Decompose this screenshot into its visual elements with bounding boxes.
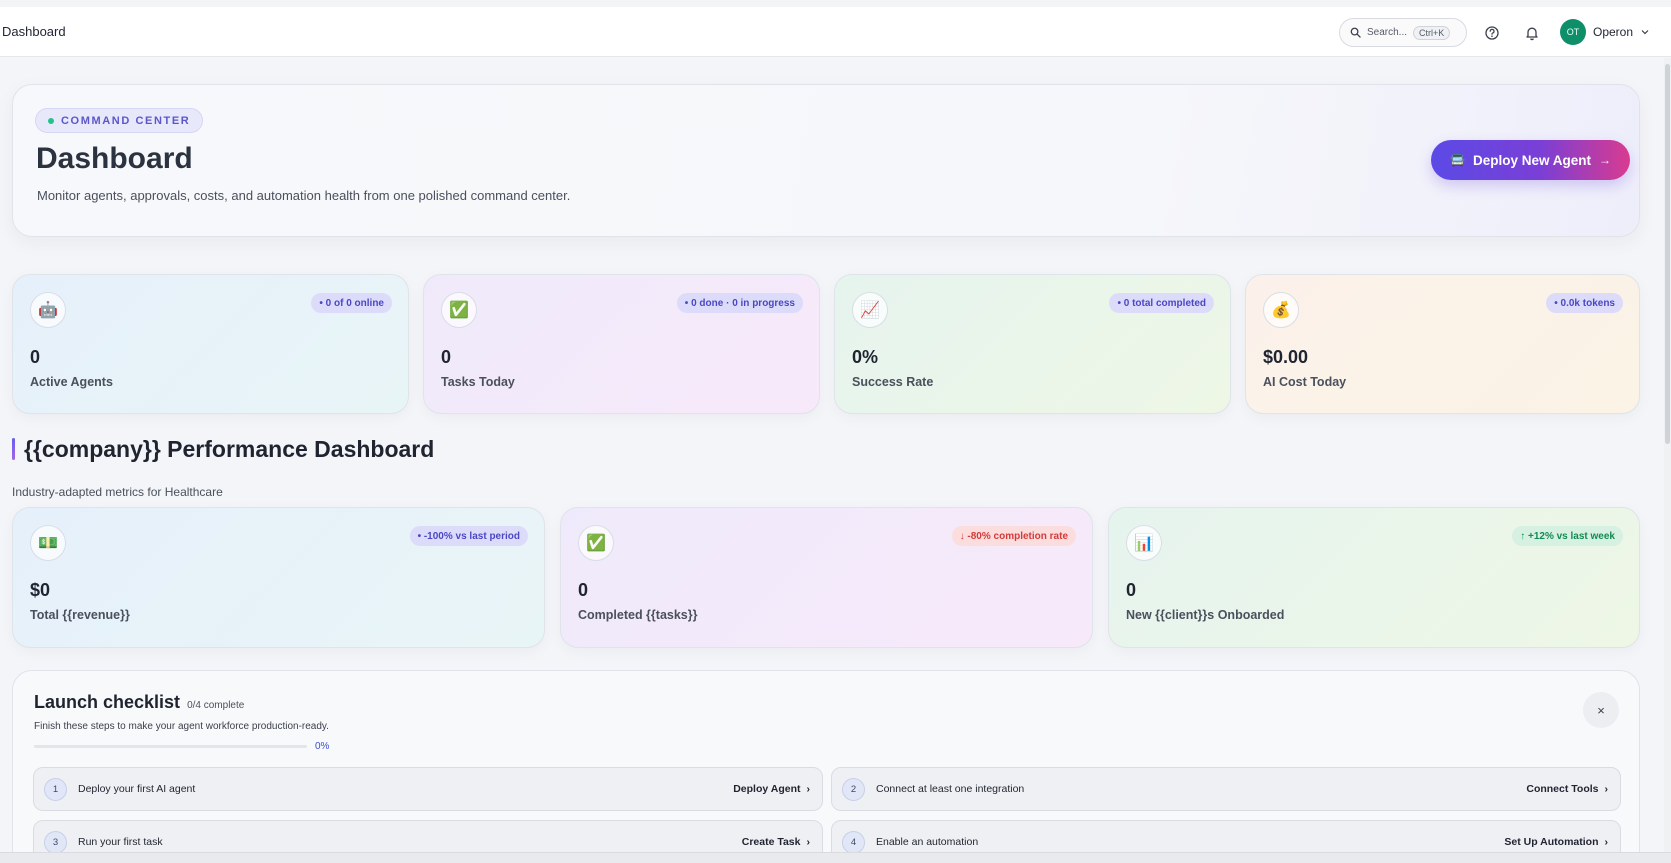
scrollbar[interactable] (1664, 58, 1671, 852)
metric-card-revenue: 💵 • -100% vs last period $0 Total {{reve… (12, 507, 545, 648)
step-text: Deploy your first AI agent (78, 783, 196, 795)
connect-tools-button[interactable]: Connect Tools › (1526, 783, 1608, 795)
deploy-agent-button[interactable]: Deploy Agent › (733, 783, 810, 795)
checklist-title: Launch checklist (34, 692, 181, 712)
metric-label: Completed {{tasks}} (578, 608, 698, 622)
search-shortcut: Ctrl+K (1413, 25, 1451, 40)
cash-icon: 💵 (30, 525, 66, 561)
section-title: {{company}} Performance Dashboard (12, 436, 434, 462)
arrow-right-icon: → (1598, 153, 1611, 167)
performance-title: {{company}} Performance Dashboard (24, 435, 435, 462)
stat-card-success-rate: 📈 • 0 total completed 0% Success Rate (834, 274, 1231, 414)
status-badge: • 0.0k tokens (1546, 293, 1623, 313)
progress-bar (34, 745, 307, 748)
bell-icon[interactable] (1524, 25, 1540, 41)
checklist-header: Launch checklist 0/4 complete (34, 692, 244, 713)
metric-label: New {{client}}s Onboarded (1126, 608, 1285, 622)
checklist-step-1[interactable]: 1 Deploy your first AI agent Deploy Agen… (33, 767, 823, 811)
stat-label: Success Rate (852, 375, 934, 389)
checklist-step-2[interactable]: 2 Connect at least one integration Conne… (831, 767, 1621, 811)
status-badge: • 0 done · 0 in progress (676, 293, 803, 313)
bottom-strip (0, 852, 1671, 863)
stat-card-ai-cost: 💰 • 0.0k tokens $0.00 AI Cost Today (1245, 274, 1640, 414)
user-menu[interactable]: OT Operon (1560, 19, 1650, 45)
status-badge: • 0 of 0 online (311, 293, 392, 313)
stat-card-active-agents: 🤖 • 0 of 0 online 0 Active Agents (12, 274, 409, 414)
progress-percent: 0% (315, 741, 330, 752)
user-name: Operon (1593, 25, 1634, 39)
step-action-label: Connect Tools (1526, 783, 1599, 795)
metric-value: 0 (1126, 580, 1137, 600)
step-text: Connect at least one integration (876, 783, 1025, 795)
chevron-right-icon: › (1604, 836, 1609, 848)
page-title: Dashboard (36, 142, 193, 175)
create-task-button[interactable]: Create Task › (742, 836, 810, 848)
set-up-automation-button[interactable]: Set Up Automation › (1504, 836, 1608, 848)
step-number: 2 (842, 777, 865, 801)
launch-checklist: Launch checklist 0/4 complete Finish the… (12, 670, 1640, 863)
metric-value: 0 (578, 580, 589, 600)
deploy-new-agent-button[interactable]: 🚍 Deploy New Agent → (1431, 140, 1630, 180)
search-button[interactable]: Search... Ctrl+K (1339, 18, 1467, 47)
status-dot (48, 117, 54, 124)
step-action-label: Deploy Agent (733, 783, 801, 795)
stat-card-tasks-today: ✅ • 0 done · 0 in progress 0 Tasks Today (423, 274, 820, 414)
command-center-chip: COMMAND CENTER (35, 108, 204, 133)
step-text: Run your first task (78, 836, 163, 848)
metric-card-clients: 📊 ↑ +12% vs last week 0 New {{client}}s … (1108, 507, 1640, 648)
bar-chart-icon: 📊 (1126, 525, 1162, 561)
stat-value: 0 (441, 347, 452, 367)
step-number: 1 (44, 777, 67, 801)
stat-label: AI Cost Today (1263, 375, 1347, 389)
stat-label: Active Agents (30, 375, 113, 389)
step-text: Enable an automation (876, 836, 979, 848)
chip-label: COMMAND CENTER (61, 114, 191, 127)
search-label: Search... (1367, 27, 1408, 38)
robot-icon: 🚍 (1450, 153, 1465, 167)
avatar: OT (1560, 19, 1586, 45)
checkmark-icon: ✅ (578, 525, 614, 561)
metric-card-tasks: ✅ ↓ -80% completion rate 0 Completed {{t… (560, 507, 1093, 648)
trend-badge: ↓ -80% completion rate (951, 526, 1076, 546)
help-icon[interactable] (1484, 25, 1500, 41)
chart-up-icon: 📈 (852, 292, 888, 328)
close-icon: × (1597, 702, 1605, 718)
step-action-label: Set Up Automation (1504, 836, 1599, 848)
trend-badge: • -100% vs last period (409, 526, 528, 546)
stat-label: Tasks Today (441, 375, 515, 389)
money-bag-icon: 💰 (1263, 292, 1299, 328)
deploy-button-label: Deploy New Agent (1472, 152, 1591, 168)
top-bar: Dashboard Search... Ctrl+K OT Operon (0, 0, 1671, 57)
chevron-right-icon: › (806, 836, 811, 848)
metric-value: $0 (30, 580, 51, 600)
chevron-down-icon (1641, 30, 1649, 35)
checklist-count: 0/4 complete (187, 700, 245, 711)
page-subtitle: Monitor agents, approvals, costs, and au… (37, 188, 571, 203)
scrollbar-thumb[interactable] (1665, 64, 1670, 444)
chevron-right-icon: › (1604, 783, 1609, 795)
step-number: 3 (44, 830, 67, 854)
metric-label: Total {{revenue}} (30, 608, 130, 622)
step-action-label: Create Task (741, 836, 801, 848)
hero-panel: COMMAND CENTER Dashboard Monitor agents,… (12, 84, 1640, 237)
stat-value: 0% (852, 347, 879, 367)
step-number: 4 (842, 830, 865, 854)
performance-subtitle: Industry-adapted metrics for Healthcare (12, 485, 223, 499)
accent-bar (12, 438, 15, 460)
robot-icon: 🤖 (30, 292, 66, 328)
checkmark-icon: ✅ (441, 292, 477, 328)
chevron-right-icon: › (806, 783, 811, 795)
stat-value: 0 (30, 347, 41, 367)
page-name: Dashboard (2, 24, 66, 39)
checklist-subtitle: Finish these steps to make your agent wo… (34, 721, 329, 732)
status-badge: • 0 total completed (1109, 293, 1214, 313)
close-button[interactable]: × (1583, 692, 1619, 728)
search-icon (1350, 27, 1361, 38)
trend-badge: ↑ +12% vs last week (1512, 526, 1623, 546)
stat-value: $0.00 (1263, 347, 1309, 367)
